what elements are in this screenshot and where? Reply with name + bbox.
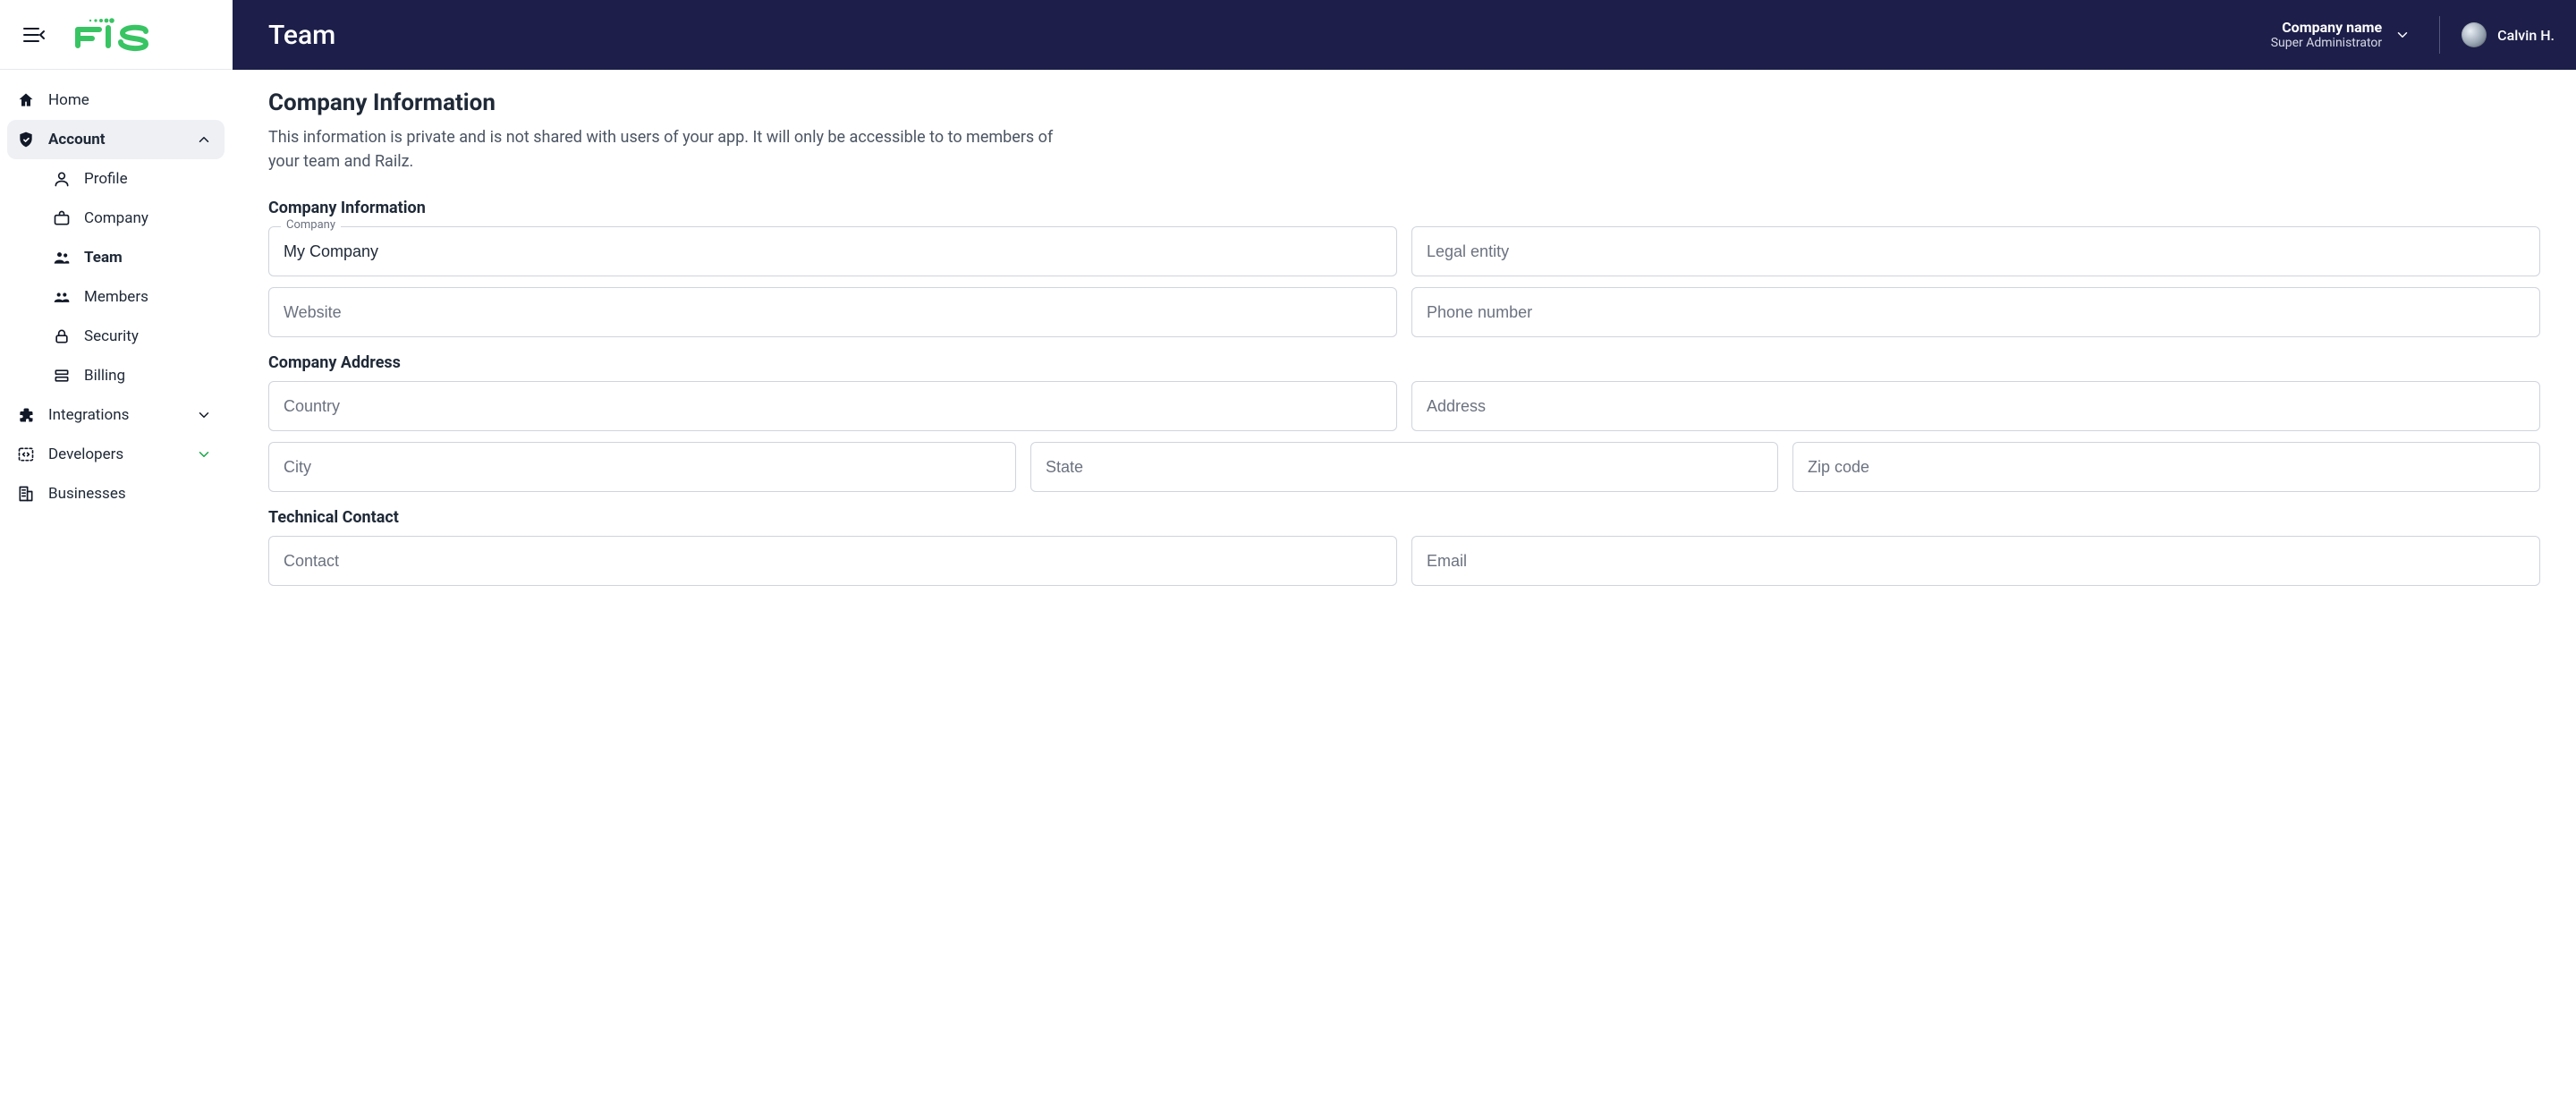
country-input[interactable] bbox=[268, 381, 1397, 431]
sidebar-item-label: Home bbox=[48, 91, 89, 109]
email-field-wrapper bbox=[1411, 536, 2540, 586]
briefcase-icon bbox=[52, 209, 72, 227]
sidebar-item-label: Businesses bbox=[48, 485, 126, 503]
building-icon bbox=[16, 485, 36, 503]
avatar bbox=[2462, 22, 2487, 47]
chevron-down-icon bbox=[2394, 27, 2411, 43]
sidebar-toggle-button[interactable] bbox=[21, 22, 47, 47]
sidebar-item-integrations[interactable]: Integrations bbox=[7, 395, 225, 435]
sidebar-item-label: Company bbox=[84, 209, 148, 227]
zip-input[interactable] bbox=[1792, 442, 2540, 492]
country-field-wrapper bbox=[268, 381, 1397, 431]
company-input[interactable] bbox=[268, 226, 1397, 276]
app-header: Team Company name Super Administrator Ca… bbox=[233, 0, 2576, 70]
chevron-up-icon bbox=[194, 131, 214, 148]
sidebar-item-businesses[interactable]: Businesses bbox=[7, 474, 225, 513]
sidebar-item-label: Account bbox=[48, 131, 106, 148]
legal-entity-field-wrapper bbox=[1411, 226, 2540, 276]
legal-entity-input[interactable] bbox=[1411, 226, 2540, 276]
sidebar-item-label: Team bbox=[84, 249, 123, 267]
sidebar-item-home[interactable]: Home bbox=[7, 81, 225, 120]
sidebar-item-label: Billing bbox=[84, 367, 125, 385]
user-menu[interactable]: Calvin H. bbox=[2462, 22, 2555, 47]
menu-collapse-icon bbox=[22, 26, 46, 44]
lock-icon bbox=[52, 327, 72, 345]
sidebar-item-label: Security bbox=[84, 327, 139, 345]
user-icon bbox=[52, 170, 72, 188]
company-role: Super Administrator bbox=[2271, 36, 2382, 51]
company-switcher[interactable]: Company name Super Administrator bbox=[2264, 19, 2418, 51]
chevron-down-icon bbox=[194, 446, 214, 462]
phone-input[interactable] bbox=[1411, 287, 2540, 337]
sidebar-item-company[interactable]: Company bbox=[7, 199, 225, 238]
email-input[interactable] bbox=[1411, 536, 2540, 586]
section-company-address-title: Company Address bbox=[268, 353, 2540, 372]
address-field-wrapper bbox=[1411, 381, 2540, 431]
billing-icon bbox=[52, 367, 72, 385]
sidebar-item-label: Members bbox=[84, 288, 148, 306]
city-input[interactable] bbox=[268, 442, 1016, 492]
sidebar-item-security[interactable]: Security bbox=[7, 317, 225, 356]
website-input[interactable] bbox=[268, 287, 1397, 337]
address-input[interactable] bbox=[1411, 381, 2540, 431]
company-name: Company name bbox=[2271, 19, 2382, 36]
sidebar-item-team[interactable]: Team bbox=[7, 238, 225, 277]
home-icon bbox=[16, 91, 36, 109]
puzzle-icon bbox=[16, 406, 36, 424]
phone-field-wrapper bbox=[1411, 287, 2540, 337]
contact-input[interactable] bbox=[268, 536, 1397, 586]
main-content: Company Information This information is … bbox=[233, 70, 2576, 1111]
shield-check-icon bbox=[16, 131, 36, 148]
contact-field-wrapper bbox=[268, 536, 1397, 586]
sidebar-item-account[interactable]: Account bbox=[7, 120, 225, 159]
sidebar-item-label: Profile bbox=[84, 170, 128, 188]
company-float-label: Company bbox=[281, 218, 341, 232]
state-input[interactable] bbox=[1030, 442, 1778, 492]
code-box-icon bbox=[16, 445, 36, 463]
sidebar: Home Account Profile Company bbox=[0, 70, 233, 1111]
section-company-info-title: Company Information bbox=[268, 199, 2540, 217]
zip-field-wrapper bbox=[1792, 442, 2540, 492]
company-field-wrapper: Company bbox=[268, 226, 1397, 276]
city-field-wrapper bbox=[268, 442, 1016, 492]
members-icon bbox=[52, 288, 72, 306]
section-technical-contact-title: Technical Contact bbox=[268, 508, 2540, 527]
team-icon bbox=[52, 249, 72, 267]
page-header-title: Team bbox=[268, 20, 335, 51]
page-description: This information is private and is not s… bbox=[268, 125, 1073, 174]
state-field-wrapper bbox=[1030, 442, 1778, 492]
sidebar-item-profile[interactable]: Profile bbox=[7, 159, 225, 199]
brand-logo bbox=[68, 17, 175, 53]
sidebar-top bbox=[0, 0, 233, 70]
header-divider bbox=[2439, 16, 2440, 54]
sidebar-item-billing[interactable]: Billing bbox=[7, 356, 225, 395]
sidebar-item-label: Developers bbox=[48, 445, 123, 463]
user-name: Calvin H. bbox=[2497, 27, 2555, 44]
sidebar-item-label: Integrations bbox=[48, 406, 129, 424]
page-title: Company Information bbox=[268, 89, 2540, 116]
sidebar-item-developers[interactable]: Developers bbox=[7, 435, 225, 474]
chevron-down-icon bbox=[194, 407, 214, 423]
website-field-wrapper bbox=[268, 287, 1397, 337]
sidebar-item-members[interactable]: Members bbox=[7, 277, 225, 317]
